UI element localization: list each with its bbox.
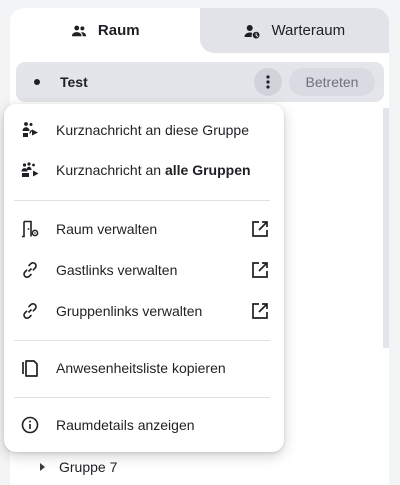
menu-divider [14, 200, 270, 201]
tab-raum[interactable]: Raum [10, 8, 200, 53]
broadcast-all-groups-icon [21, 162, 39, 177]
tab-raum-label: Raum [97, 22, 140, 39]
room-bullet [34, 79, 40, 85]
copy-icon [22, 360, 38, 377]
menu-item-room-details[interactable]: Raumdetails anzeigen [4, 405, 284, 445]
open-in-new-icon [252, 262, 268, 278]
clock-person-icon [244, 24, 260, 38]
menu-item-message-all-groups[interactable]: Kurznachricht an alle Gruppen [4, 150, 284, 190]
menu-item-copy-attendance[interactable]: Anwesenheitsliste kopieren [4, 348, 284, 388]
menu-item-label: Gastlinks verwalten [56, 262, 178, 278]
group-row-7[interactable]: Gruppe 7 [40, 459, 117, 475]
menu-item-label: Raumdetails anzeigen [56, 417, 195, 433]
room-row-test[interactable]: Test Betreten [16, 62, 384, 102]
menu-item-manage-group-links[interactable]: Gruppenlinks verwalten [4, 291, 284, 331]
kebab-menu-icon [266, 75, 270, 89]
menu-item-manage-room[interactable]: Raum verwalten [4, 209, 284, 249]
info-icon [21, 416, 39, 434]
link-icon [23, 262, 37, 278]
link-icon [23, 303, 37, 319]
room-name: Test [60, 74, 88, 90]
scroll-track[interactable] [383, 108, 389, 348]
join-button[interactable]: Betreten [289, 68, 375, 96]
menu-item-label: Kurznachricht an alle Gruppen [56, 162, 251, 178]
menu-divider [14, 340, 270, 341]
open-in-new-icon [252, 221, 268, 237]
menu-item-manage-guest-links[interactable]: Gastlinks verwalten [4, 250, 284, 290]
expand-caret-icon[interactable] [40, 463, 45, 471]
more-options-button[interactable] [254, 68, 282, 96]
menu-item-label: Raum verwalten [56, 221, 158, 237]
tab-warteraum[interactable]: Warteraum [199, 8, 389, 53]
group-label: Gruppe 7 [59, 459, 118, 475]
menu-item-message-this-group[interactable]: Kurznachricht an diese Gruppe [4, 110, 284, 150]
menu-divider [14, 397, 270, 398]
room-context-menu: Kurznachricht an diese Gruppe Kurznachri… [4, 104, 284, 452]
group-icon [71, 25, 87, 36]
room-settings-icon [22, 220, 39, 238]
menu-item-label-bold: alle Gruppen [164, 162, 251, 178]
tab-warteraum-label: Warteraum [271, 22, 346, 39]
menu-item-label-prefix: Kurznachricht an [56, 162, 165, 178]
tab-bar: Raum Warteraum [10, 8, 389, 53]
menu-item-label: Gruppenlinks verwalten [56, 303, 203, 319]
broadcast-group-icon [22, 122, 38, 137]
open-in-new-icon [252, 303, 268, 319]
menu-item-label: Anwesenheitsliste kopieren [56, 360, 226, 376]
menu-item-label: Kurznachricht an diese Gruppe [56, 122, 249, 138]
